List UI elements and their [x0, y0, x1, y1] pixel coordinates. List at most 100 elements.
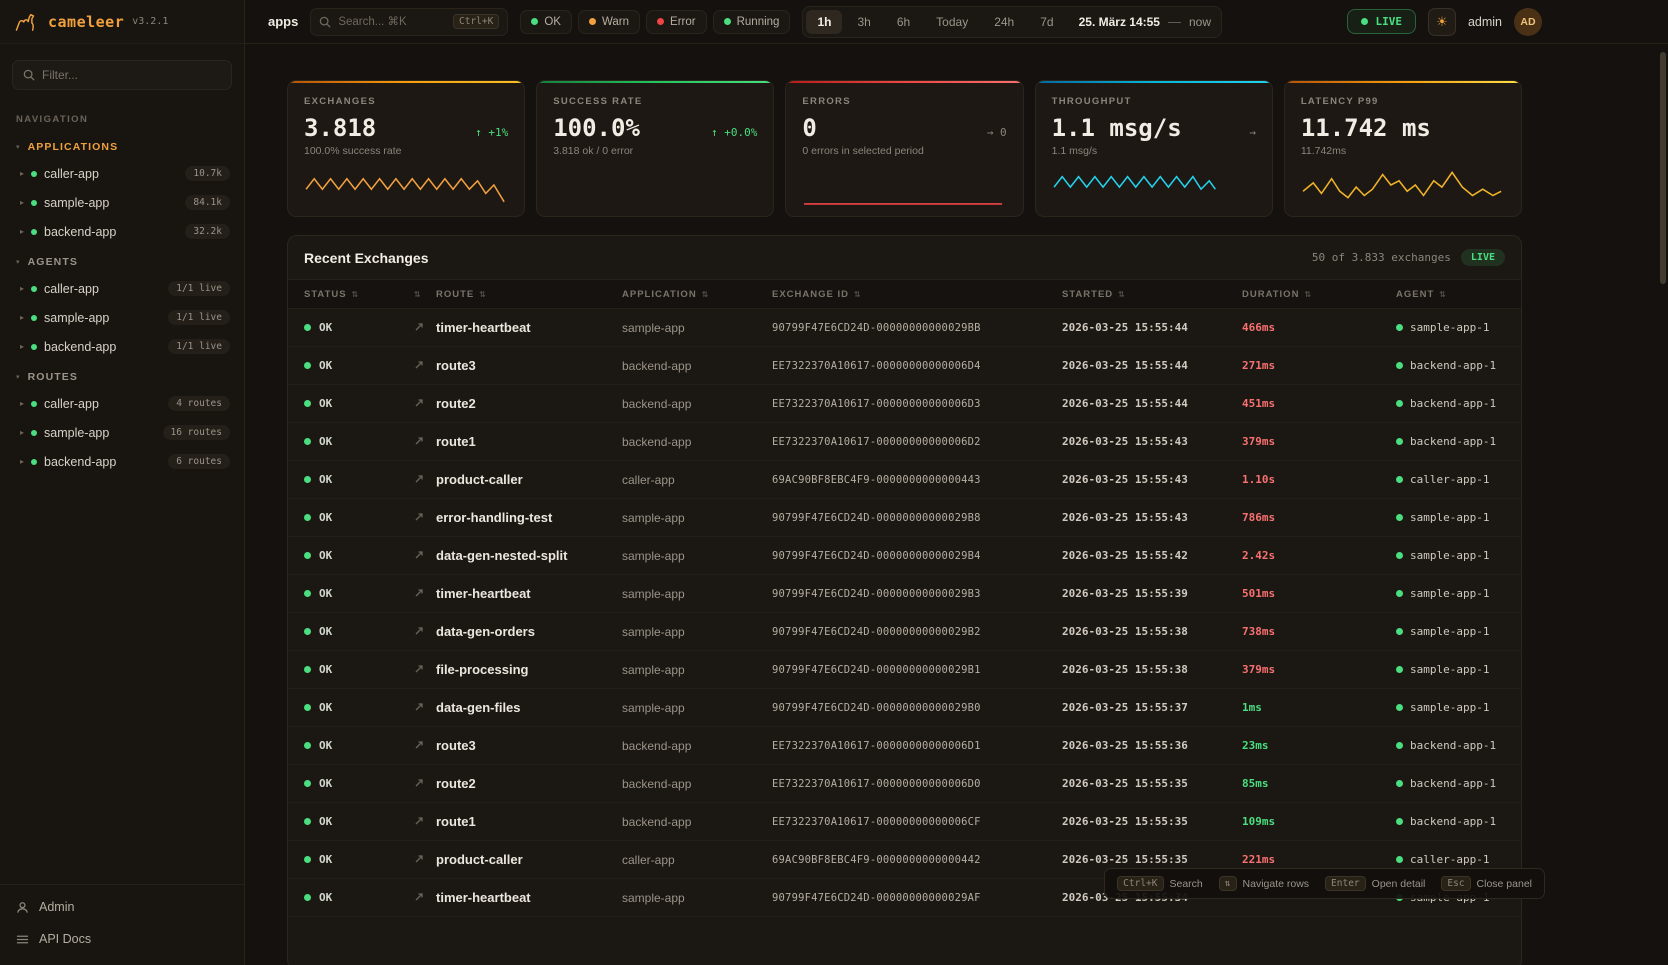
status-dot: [304, 856, 311, 863]
chevron-down-icon: ▾: [16, 143, 21, 151]
search-box[interactable]: Ctrl+K: [310, 8, 508, 36]
sidebar-filter[interactable]: [12, 60, 232, 90]
table-row[interactable]: OK route3 backend-app EE7322370A10617-00…: [288, 727, 1521, 765]
started-timestamp: 2026-03-25 15:55:44: [1062, 321, 1242, 334]
column-header-agent[interactable]: AGENT⇅: [1396, 289, 1521, 300]
status-dot: [31, 401, 37, 407]
table-row[interactable]: OK data-gen-orders sample-app 90799F47E6…: [288, 613, 1521, 651]
column-header-status[interactable]: STATUS⇅: [304, 289, 414, 300]
sidebar-item-label: sample-app: [44, 426, 156, 440]
time-range-button[interactable]: 6h: [886, 10, 921, 34]
table-row[interactable]: OK route1 backend-app EE7322370A10617-00…: [288, 423, 1521, 461]
table-row[interactable]: OK file-processing sample-app 90799F47E6…: [288, 651, 1521, 689]
sidebar-item-route[interactable]: ▸ sample-app 16 routes: [0, 418, 244, 447]
sort-icon: ⇅: [702, 290, 710, 299]
search-input[interactable]: [338, 16, 446, 28]
sparkline-throughput: [1052, 164, 1256, 206]
duration-value: 221ms: [1242, 853, 1396, 866]
sidebar-spacer: [0, 476, 244, 884]
sidebar-item-agent[interactable]: ▸ caller-app 1/1 live: [0, 274, 244, 303]
started-timestamp: 2026-03-25 15:55:42: [1062, 549, 1242, 562]
stat-value: 11.742 ms: [1301, 114, 1431, 142]
footer-item-label: Admin: [39, 900, 74, 914]
table-row[interactable]: OK route2 backend-app EE7322370A10617-00…: [288, 765, 1521, 803]
scrollbar-thumb[interactable]: [1660, 52, 1666, 284]
stats-row: EXCHANGES 3.818 ↑ +1% 100.0% success rat…: [287, 80, 1522, 217]
table-row[interactable]: OK error-handling-test sample-app 90799F…: [288, 499, 1521, 537]
duration-value: 451ms: [1242, 397, 1396, 410]
table-row[interactable]: OK timer-heartbeat sample-app 90799F47E6…: [288, 309, 1521, 347]
application-name: backend-app: [622, 435, 772, 449]
section-header-agents[interactable]: ▾ AGENTS: [0, 246, 244, 274]
sidebar-item-route[interactable]: ▸ backend-app 6 routes: [0, 447, 244, 476]
filter-input[interactable]: [42, 68, 221, 82]
live-button[interactable]: LIVE: [1347, 9, 1416, 34]
time-range-button[interactable]: 24h: [983, 10, 1025, 34]
sidebar-item-badge: 10.7k: [185, 166, 230, 181]
started-timestamp: 2026-03-25 15:55:35: [1062, 853, 1242, 866]
route-name: product-caller: [436, 472, 622, 487]
status-label: OK: [319, 663, 332, 676]
sidebar-item-label: caller-app: [44, 167, 178, 181]
section-header-applications[interactable]: ▾ APPLICATIONS: [0, 131, 244, 159]
status-cell: OK: [304, 701, 414, 714]
time-range-button[interactable]: 7d: [1029, 10, 1064, 34]
route-arrow-icon: [414, 700, 436, 715]
table-row[interactable]: OK route1 backend-app EE7322370A10617-00…: [288, 803, 1521, 841]
sidebar-item-application[interactable]: ▸ caller-app 10.7k: [0, 159, 244, 188]
chevron-right-icon: ▸: [20, 198, 24, 207]
status-dot: [304, 894, 311, 901]
avatar[interactable]: AD: [1514, 8, 1542, 36]
status-filter-chip[interactable]: OK: [520, 10, 572, 34]
column-header-duration[interactable]: DURATION⇅: [1242, 289, 1396, 300]
status-dot: [304, 400, 311, 407]
started-timestamp: 2026-03-25 15:55:44: [1062, 359, 1242, 372]
agent-cell: sample-app-1: [1396, 321, 1521, 334]
column-header-route-icon[interactable]: ⇅: [414, 290, 436, 299]
chip-label: Warn: [602, 16, 629, 28]
agent-cell: backend-app-1: [1396, 739, 1521, 752]
agent-name: backend-app-1: [1410, 359, 1496, 372]
time-range-button[interactable]: Today: [925, 10, 979, 34]
duration-value: 466ms: [1242, 321, 1396, 334]
table-row[interactable]: OK timer-heartbeat sample-app 90799F47E6…: [288, 575, 1521, 613]
agent-name: sample-app-1: [1410, 587, 1489, 600]
table-row[interactable]: OK data-gen-nested-split sample-app 9079…: [288, 537, 1521, 575]
table-row[interactable]: OK route2 backend-app EE7322370A10617-00…: [288, 385, 1521, 423]
time-range-button[interactable]: 1h: [806, 10, 842, 34]
table-row[interactable]: OK route3 backend-app EE7322370A10617-00…: [288, 347, 1521, 385]
status-filter-chip[interactable]: Warn: [578, 10, 640, 34]
sidebar: cameleer v3.2.1 NAVIGATION ▾ APPLICATION…: [0, 0, 245, 965]
sidebar-item-application[interactable]: ▸ sample-app 84.1k: [0, 188, 244, 217]
status-dot: [304, 742, 311, 749]
column-header-route[interactable]: ROUTE⇅: [436, 289, 622, 300]
column-header-application[interactable]: APPLICATION⇅: [622, 289, 772, 300]
chevron-down-icon: ▾: [16, 373, 21, 381]
started-timestamp: 2026-03-25 15:55:43: [1062, 473, 1242, 486]
sidebar-item-application[interactable]: ▸ backend-app 32.2k: [0, 217, 244, 246]
application-name: caller-app: [622, 853, 772, 867]
route-arrow-icon: [414, 586, 436, 601]
section-header-routes[interactable]: ▾ ROUTES: [0, 361, 244, 389]
sidebar-item-agent[interactable]: ▸ backend-app 1/1 live: [0, 332, 244, 361]
stat-card-latency: LATENCY P99 11.742 ms 11.742ms: [1284, 80, 1522, 217]
time-range-button[interactable]: 3h: [846, 10, 881, 34]
theme-toggle-button[interactable]: ☀: [1428, 8, 1456, 36]
table-row[interactable]: OK product-caller caller-app 69AC90BF8EB…: [288, 461, 1521, 499]
exchange-id: 69AC90BF8EBC4F9-0000000000000442: [772, 854, 1062, 866]
table-row[interactable]: OK data-gen-files sample-app 90799F47E6C…: [288, 689, 1521, 727]
started-timestamp: 2026-03-25 15:55:38: [1062, 663, 1242, 676]
sidebar-item-route[interactable]: ▸ caller-app 4 routes: [0, 389, 244, 418]
agent-status-dot: [1396, 438, 1403, 445]
exchange-id: EE7322370A10617-00000000000006D1: [772, 740, 1062, 752]
sidebar-item-admin[interactable]: Admin: [0, 891, 244, 923]
duration-value: 1ms: [1242, 701, 1396, 714]
table-body: OK timer-heartbeat sample-app 90799F47E6…: [288, 309, 1521, 917]
status-filter-chip[interactable]: Running: [713, 10, 791, 34]
sidebar-item-agent[interactable]: ▸ sample-app 1/1 live: [0, 303, 244, 332]
column-header-exchange-id[interactable]: EXCHANGE ID⇅: [772, 289, 1062, 300]
sidebar-item-api-docs[interactable]: API Docs: [0, 923, 244, 955]
status-cell: OK: [304, 473, 414, 486]
status-filter-chip[interactable]: Error: [646, 10, 707, 34]
column-header-started[interactable]: STARTED⇅: [1062, 289, 1242, 300]
